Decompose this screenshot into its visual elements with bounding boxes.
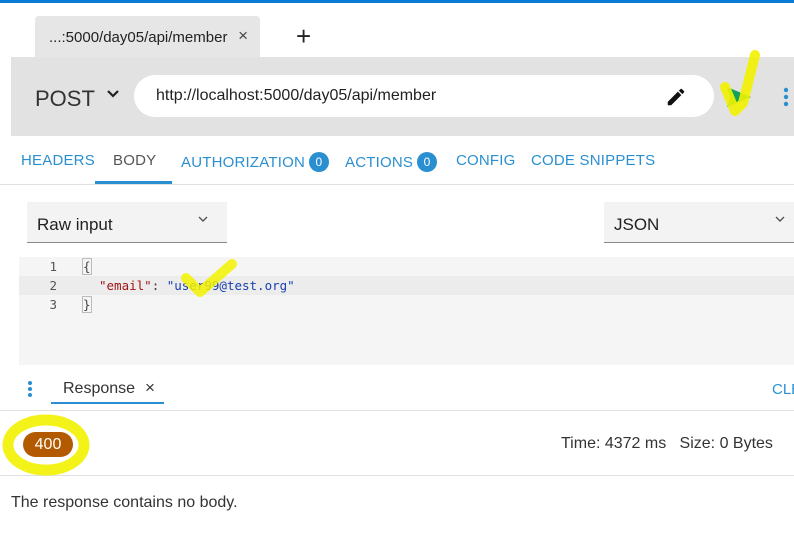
more-vert-icon[interactable] bbox=[26, 380, 34, 398]
response-status-row: 400 Time: 4372 ms Size: 0 Bytes bbox=[0, 411, 794, 476]
empty-response-message: The response contains no body. bbox=[11, 494, 238, 511]
authorization-count-badge: 0 bbox=[308, 152, 329, 172]
code-text: { bbox=[82, 258, 92, 275]
tab-actions[interactable]: ACTIONS 0 bbox=[345, 152, 438, 172]
close-icon[interactable]: × bbox=[145, 378, 155, 398]
json-separator: : bbox=[151, 278, 167, 293]
tab-body[interactable]: BODY bbox=[113, 152, 156, 169]
line-number: 3 bbox=[49, 297, 57, 312]
http-method-select[interactable]: POST bbox=[35, 86, 95, 112]
actions-count-badge: 0 bbox=[417, 152, 438, 172]
content-type-value: JSON bbox=[614, 215, 660, 234]
line-number: 2 bbox=[49, 278, 57, 293]
code-line: 3 } bbox=[19, 295, 794, 314]
tab-actions-label: ACTIONS bbox=[345, 154, 414, 171]
chevron-down-icon bbox=[198, 216, 208, 222]
close-icon[interactable]: × bbox=[238, 27, 248, 45]
request-tab-strip: ...:5000/day05/api/member × + bbox=[0, 3, 794, 58]
json-key: "email" bbox=[99, 278, 152, 293]
response-tab[interactable]: Response bbox=[63, 380, 135, 398]
code-text: "email": "user99@test.org" bbox=[99, 278, 295, 293]
response-tab-bar: Response × CLE bbox=[0, 366, 794, 411]
status-code-badge: 400 bbox=[23, 432, 73, 457]
response-timing: Time: 4372 ms Size: 0 Bytes bbox=[561, 435, 773, 452]
body-input-type-value: Raw input bbox=[37, 215, 113, 234]
tab-authorization[interactable]: AUTHORIZATION 0 bbox=[181, 152, 329, 172]
more-vert-icon[interactable] bbox=[782, 87, 790, 107]
chevron-down-icon bbox=[775, 216, 785, 222]
request-tab-title: ...:5000/day05/api/member bbox=[49, 28, 228, 46]
code-line: 1 { bbox=[19, 257, 794, 276]
code-text: } bbox=[82, 296, 92, 313]
response-tab-indicator bbox=[51, 402, 164, 404]
code-line: 2 "email": "user99@test.org" bbox=[19, 276, 794, 295]
json-value: "user99@test.org" bbox=[166, 278, 295, 293]
url-input[interactable] bbox=[134, 75, 714, 117]
tab-authorization-label: AUTHORIZATION bbox=[181, 154, 305, 171]
content-type-select[interactable]: JSON bbox=[604, 202, 794, 243]
tab-headers[interactable]: HEADERS bbox=[21, 152, 95, 169]
clear-button[interactable]: CLE bbox=[772, 381, 794, 398]
body-input-type-select[interactable]: Raw input bbox=[27, 202, 227, 243]
request-config-tabs: HEADERS BODY AUTHORIZATION 0 ACTIONS 0 CON… bbox=[0, 136, 794, 185]
url-bar: POST bbox=[11, 57, 794, 136]
tab-code-snippets[interactable]: CODE SNIPPETS bbox=[531, 152, 655, 169]
send-icon[interactable] bbox=[719, 79, 759, 115]
tab-config[interactable]: CONFIG bbox=[456, 152, 516, 169]
active-tab-indicator bbox=[95, 181, 172, 184]
request-tab[interactable]: ...:5000/day05/api/member × bbox=[35, 16, 260, 58]
edit-icon[interactable] bbox=[665, 86, 687, 108]
line-number: 1 bbox=[49, 259, 57, 274]
body-code-editor[interactable]: 1 { 2 "email": "user99@test.org" 3 } bbox=[19, 257, 794, 365]
chevron-down-icon[interactable] bbox=[106, 89, 120, 99]
plus-icon[interactable]: + bbox=[296, 23, 311, 49]
